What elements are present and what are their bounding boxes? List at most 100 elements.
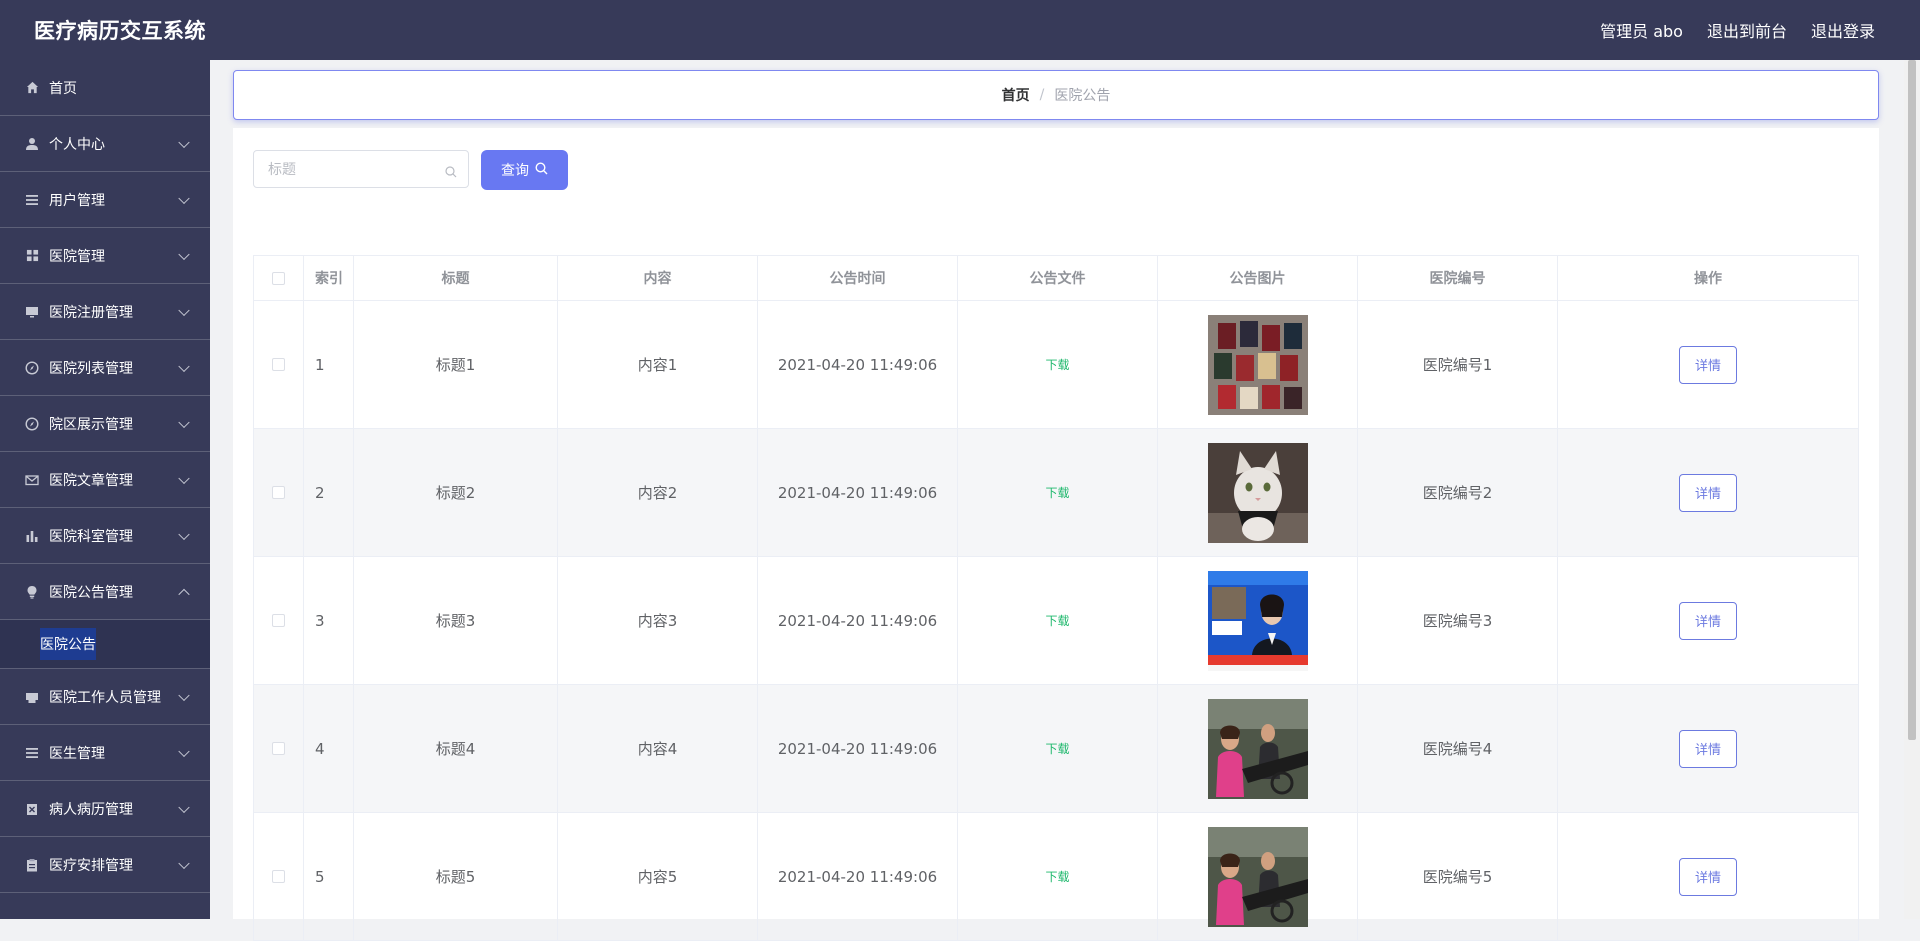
row-hospital-no: 医院编号2 [1358,429,1558,556]
row-index: 5 [304,813,354,940]
list-icon [24,745,40,761]
chevron-down-icon [178,745,190,757]
download-link[interactable]: 下载 [1045,612,1069,629]
download-link[interactable]: 下载 [1045,868,1069,885]
breadcrumb-current: 医院公告 [1054,88,1111,104]
table-row: 2 标题2 内容2 2021-04-20 11:49:06 下载 医院编号2 详… [254,429,1858,557]
row-hospital-no: 医院编号3 [1358,557,1558,684]
row-content: 内容4 [558,685,758,812]
sidebar-item-hospital-registration[interactable]: 医院注册管理 [0,284,210,340]
sidebar-item-home[interactable]: 首页 [0,60,210,116]
download-link[interactable]: 下载 [1045,740,1069,757]
sidebar-item-patient-records[interactable]: 病人病历管理 [0,781,210,837]
chevron-down-icon [178,248,190,260]
query-button-label: 查询 [501,162,529,178]
row-content: 内容5 [558,813,758,940]
sidebar-item-label: 医院管理 [49,248,105,265]
certificates-photo[interactable] [1207,314,1308,415]
scrollbar-thumb[interactable] [1908,60,1916,740]
news-anchor-photo[interactable] [1207,570,1308,671]
row-title: 标题4 [354,685,558,812]
sidebar-item-article-management[interactable]: 医院文章管理 [0,452,210,508]
row-checkbox[interactable] [272,614,285,627]
detail-button[interactable]: 详情 [1679,857,1737,896]
table-row: 3 标题3 内容3 2021-04-20 11:49:06 下载 医院编号3 详… [254,557,1858,685]
title-search-input[interactable] [253,150,469,188]
sidebar-item-announcement-management[interactable]: 医院公告管理 [0,564,210,620]
sidebar: 首页 个人中心 用户管理 医院管理 医院注册管理 医院列表管理 院区展示管理 医… [0,60,210,919]
clipboard-icon [24,857,40,873]
sidebar-item-label: 医生管理 [49,745,105,762]
sidebar-item-staff-management[interactable]: 医院工作人员管理 [0,669,210,725]
chevron-down-icon [178,528,190,540]
sidebar-item-label: 医院科室管理 [49,528,133,545]
header-file: 公告文件 [958,256,1158,300]
chevron-down-icon [178,472,190,484]
printer-icon [24,689,40,705]
header-action: 操作 [1694,271,1722,287]
select-all-checkbox[interactable] [272,271,285,285]
download-link[interactable]: 下载 [1045,356,1069,373]
grid-icon [24,248,40,264]
gym-photo[interactable] [1207,826,1308,927]
gym-photo[interactable] [1207,698,1308,799]
row-checkbox[interactable] [272,358,285,371]
breadcrumb-separator: / [1039,87,1045,103]
sidebar-item-medical-schedule[interactable]: 医疗安排管理 [0,837,210,893]
table-row: 4 标题4 内容4 2021-04-20 11:49:06 下载 医院编号4 详… [254,685,1858,813]
sidebar-item-hospital-list[interactable]: 医院列表管理 [0,340,210,396]
bar-chart-icon [24,528,40,544]
detail-button[interactable]: 详情 [1679,601,1737,640]
sidebar-item-hospital-management[interactable]: 医院管理 [0,228,210,284]
chevron-down-icon [178,416,190,428]
row-title: 标题3 [354,557,558,684]
back-to-front-link[interactable]: 退出到前台 [1707,18,1787,42]
page-scrollbar[interactable] [1904,60,1920,919]
detail-button[interactable]: 详情 [1679,473,1737,512]
content-panel: 查询 索引 标题 内容 公告时间 公告文件 公告图片 医院编号 操作 1 标题1… [233,128,1879,941]
download-link[interactable]: 下载 [1045,484,1069,501]
header-title: 标题 [354,256,558,300]
logout-link[interactable]: 退出登录 [1811,18,1875,42]
query-button[interactable]: 查询 [481,150,568,190]
chevron-down-icon [178,857,190,869]
row-time: 2021-04-20 11:49:06 [758,685,958,812]
header-time: 公告时间 [758,256,958,300]
sidebar-subitem-hospital-announcement[interactable]: 医院公告 [0,620,210,669]
row-checkbox[interactable] [272,742,285,755]
sidebar-item-department-management[interactable]: 医院科室管理 [0,508,210,564]
header-image: 公告图片 [1158,256,1358,300]
sidebar-item-label: 个人中心 [49,136,105,153]
detail-button[interactable]: 详情 [1679,729,1737,768]
sidebar-item-label: 医院列表管理 [49,360,133,377]
announcement-table: 索引 标题 内容 公告时间 公告文件 公告图片 医院编号 操作 1 标题1 内容… [253,255,1859,941]
row-time: 2021-04-20 11:49:06 [758,301,958,428]
row-time: 2021-04-20 11:49:06 [758,813,958,940]
chevron-down-icon [178,689,190,701]
row-index: 1 [304,301,354,428]
breadcrumb-home[interactable]: 首页 [1002,85,1030,105]
header-index: 索引 [304,256,354,300]
row-checkbox[interactable] [272,870,285,883]
cat-photo[interactable] [1207,442,1308,543]
sidebar-item-label: 医院工作人员管理 [49,689,161,706]
row-hospital-no: 医院编号5 [1358,813,1558,940]
search-icon [445,163,457,182]
delete-icon [24,801,40,817]
sidebar-item-user-management[interactable]: 用户管理 [0,172,210,228]
chevron-down-icon [178,304,190,316]
row-time: 2021-04-20 11:49:06 [758,557,958,684]
sidebar-item-campus-display[interactable]: 院区展示管理 [0,396,210,452]
sidebar-item-label: 院区展示管理 [49,416,133,433]
monitor-icon [24,304,40,320]
admin-user-label[interactable]: 管理员 abo [1600,18,1683,42]
sidebar-item-label: 医院注册管理 [49,304,133,321]
row-index: 4 [304,685,354,812]
sidebar-item-doctor-management[interactable]: 医生管理 [0,725,210,781]
sidebar-item-personal-center[interactable]: 个人中心 [0,116,210,172]
sidebar-item-label: 医疗安排管理 [49,857,133,874]
detail-button[interactable]: 详情 [1679,345,1737,384]
chevron-down-icon [178,192,190,204]
row-checkbox[interactable] [272,486,285,499]
sidebar-item-label: 病人病历管理 [49,801,133,818]
